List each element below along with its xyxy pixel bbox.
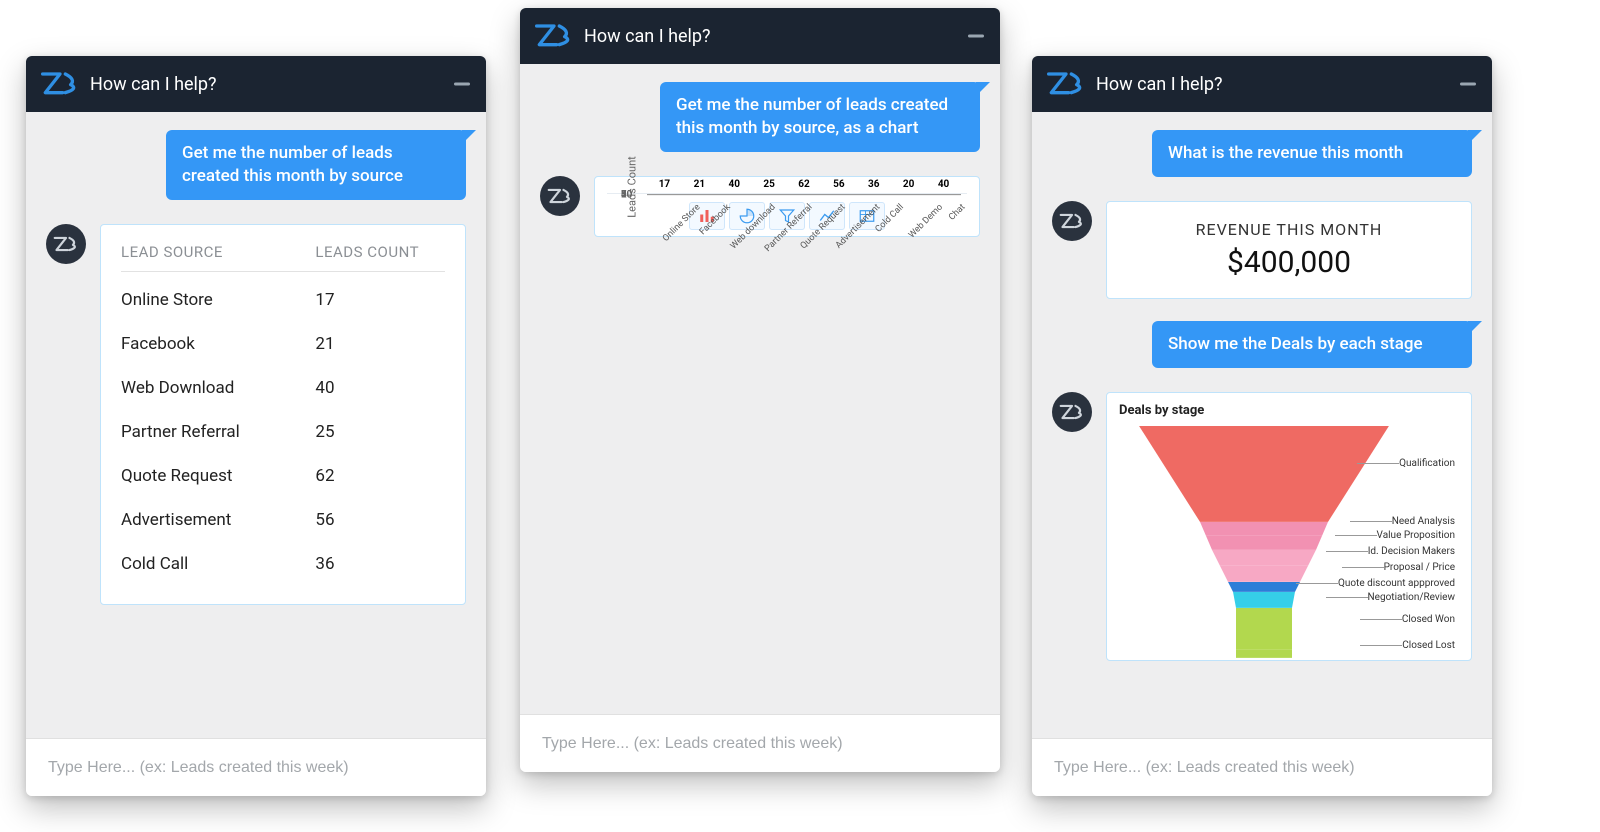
funnel-legend-item: Need Analysis xyxy=(1392,516,1455,527)
funnel-legend-label: Qualification xyxy=(1399,458,1455,469)
funnel-legend-item: Proposal / Price xyxy=(1384,562,1455,573)
col-lead-source: LEAD SOURCE xyxy=(121,243,315,261)
bar-value-label: 36 xyxy=(868,179,879,190)
funnel-slice xyxy=(1228,582,1300,592)
funnel-legend-item: Qualification xyxy=(1399,458,1455,469)
cell-leads-count: 62 xyxy=(315,466,445,486)
bar-value-label: 40 xyxy=(938,179,949,190)
cell-leads-count: 36 xyxy=(315,554,445,574)
cell-leads-count: 40 xyxy=(315,378,445,398)
funnel-legend-label: Quote discount appproved xyxy=(1338,578,1455,589)
funnel-slice xyxy=(1206,536,1322,550)
cell-lead-source: Advertisement xyxy=(121,510,315,530)
funnel-slice xyxy=(1220,566,1308,582)
cell-leads-count: 21 xyxy=(315,334,445,354)
funnel-legend-item: Closed Lost xyxy=(1402,640,1455,651)
table-row: Cold Call36 xyxy=(121,542,445,586)
bot-avatar-icon xyxy=(540,176,580,216)
chat-input-area xyxy=(26,738,486,796)
minimize-icon[interactable] xyxy=(968,35,984,38)
funnel-legend-label: Closed Lost xyxy=(1402,640,1455,651)
user-message-2: Show me the Deals by each stage xyxy=(1152,321,1472,368)
chat-panel-3: How can I help? What is the revenue this… xyxy=(1032,56,1492,796)
funnel-slice xyxy=(1233,592,1295,608)
funnel-legend-item: Value Proposition xyxy=(1377,530,1455,541)
col-leads-count: LEADS COUNT xyxy=(315,243,445,261)
titlebar: How can I help? xyxy=(1032,56,1492,112)
leads-chart-card: Leads Count 17Online Store21Facebook40We… xyxy=(594,176,980,237)
funnel-legend-label: Closed Won xyxy=(1402,614,1455,625)
chat-input[interactable] xyxy=(46,758,466,778)
cell-lead-source: Cold Call xyxy=(121,554,315,574)
zia-logo-icon xyxy=(40,70,80,98)
y-tick: 70 xyxy=(621,189,632,200)
funnel-slice xyxy=(1200,522,1328,536)
chart-y-axis-label: Leads Count xyxy=(625,156,638,218)
minimize-icon[interactable] xyxy=(454,83,470,86)
chat-input[interactable] xyxy=(540,734,980,754)
table-row: Online Store17 xyxy=(121,278,445,322)
bar-value-label: 20 xyxy=(903,179,914,190)
user-message: Get me the number of leads created this … xyxy=(660,82,980,152)
table-row: Quote Request62 xyxy=(121,454,445,498)
funnel-legend-item: Quote discount appproved xyxy=(1338,578,1455,589)
table-row: Partner Referral25 xyxy=(121,410,445,454)
bot-avatar-icon xyxy=(46,224,86,264)
cell-leads-count: 25 xyxy=(315,422,445,442)
funnel-card: Deals by stage Qualification Need Analysi… xyxy=(1106,392,1472,661)
chat-input[interactable] xyxy=(1052,758,1472,778)
funnel-slice xyxy=(1212,550,1316,566)
cell-lead-source: Facebook xyxy=(121,334,315,354)
chat-input-area xyxy=(520,714,1000,772)
chat-title: How can I help? xyxy=(90,74,217,95)
chat-input-area xyxy=(1032,738,1492,796)
cell-lead-source: Online Store xyxy=(121,290,315,310)
bar-value-label: 21 xyxy=(694,179,705,190)
leads-table-card: LEAD SOURCE LEADS COUNT Online Store17Fa… xyxy=(100,224,466,605)
cell-lead-source: Web Download xyxy=(121,378,315,398)
cell-lead-source: Quote Request xyxy=(121,466,315,486)
bar-value-label: 40 xyxy=(728,179,739,190)
chat-title: How can I help? xyxy=(584,26,711,47)
funnel-legend-label: Proposal / Price xyxy=(1384,562,1455,573)
metric-title: REVENUE THIS MONTH xyxy=(1127,220,1451,239)
table-row: Web Download40 xyxy=(121,366,445,410)
cell-leads-count: 56 xyxy=(315,510,445,530)
titlebar: How can I help? xyxy=(26,56,486,112)
bar-value-label: 62 xyxy=(798,179,809,190)
funnel-legend-label: Negotiation/Review xyxy=(1368,592,1455,603)
bar-value-label: 17 xyxy=(659,179,670,190)
funnel-slice xyxy=(1139,426,1389,522)
funnel-slice xyxy=(1236,650,1292,658)
zia-logo-icon xyxy=(1046,70,1086,98)
table-row: Facebook21 xyxy=(121,322,445,366)
chat-panel-1: How can I help? Get me the number of lea… xyxy=(26,56,486,796)
revenue-card: REVENUE THIS MONTH $400,000 xyxy=(1106,201,1472,299)
cell-leads-count: 17 xyxy=(315,290,445,310)
grid-line xyxy=(647,195,961,196)
funnel-legend-label: Need Analysis xyxy=(1392,516,1455,527)
titlebar: How can I help? xyxy=(520,8,1000,64)
cell-lead-source: Partner Referral xyxy=(121,422,315,442)
funnel-legend-label: Value Proposition xyxy=(1377,530,1455,541)
funnel-slice xyxy=(1236,608,1292,650)
chat-title: How can I help? xyxy=(1096,74,1223,95)
bot-avatar-icon xyxy=(1052,201,1092,241)
bar-value-label: 56 xyxy=(833,179,844,190)
table-row: Advertisement56 xyxy=(121,498,445,542)
chat-panel-2: How can I help? Get me the number of lea… xyxy=(520,8,1000,772)
funnel-legend-item: Negotiation/Review xyxy=(1368,592,1455,603)
metric-value: $400,000 xyxy=(1127,245,1451,280)
bar-value-label: 25 xyxy=(763,179,774,190)
funnel-legend-item: Closed Won xyxy=(1402,614,1455,625)
funnel-title: Deals by stage xyxy=(1119,403,1459,418)
bot-avatar-icon xyxy=(1052,392,1092,432)
user-message: Get me the number of leads created this … xyxy=(166,130,466,200)
minimize-icon[interactable] xyxy=(1460,83,1476,86)
zia-logo-icon xyxy=(534,22,574,50)
user-message-1: What is the revenue this month xyxy=(1152,130,1472,177)
funnel-legend-item: Id. Decision Makers xyxy=(1368,546,1455,557)
funnel-legend-label: Id. Decision Makers xyxy=(1368,546,1455,557)
